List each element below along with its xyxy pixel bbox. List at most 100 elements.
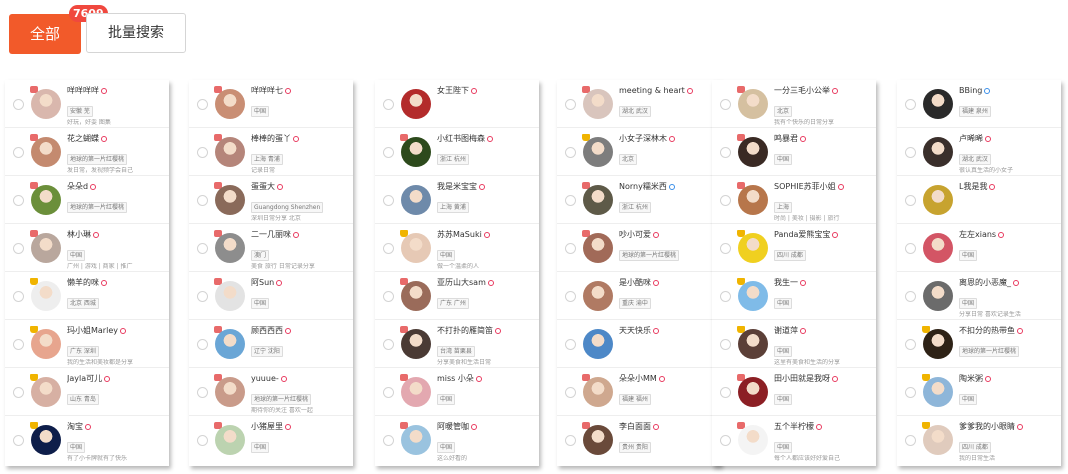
nickname[interactable]: 卢晞晞: [959, 134, 983, 143]
avatar[interactable]: [738, 185, 768, 215]
influencer-card[interactable]: 小红书图梅森 浙江 杭州: [375, 128, 539, 176]
avatar[interactable]: [31, 425, 61, 455]
avatar[interactable]: [923, 377, 953, 407]
influencer-card[interactable]: 阿Sun 中国: [189, 272, 353, 320]
influencer-card[interactable]: 我生一 中国: [712, 272, 876, 320]
nickname[interactable]: 小红书图梅森: [437, 134, 485, 143]
influencer-card[interactable]: 天天快乐: [557, 320, 721, 368]
avatar[interactable]: [738, 281, 768, 311]
avatar[interactable]: [215, 89, 245, 119]
influencer-card[interactable]: Norny糯米西 浙江 杭州: [557, 176, 721, 224]
select-radio[interactable]: [905, 195, 916, 206]
avatar[interactable]: [738, 329, 768, 359]
nickname[interactable]: 亚历山大sam: [437, 278, 486, 287]
nickname[interactable]: L我是我: [959, 182, 987, 191]
select-radio[interactable]: [383, 243, 394, 254]
avatar[interactable]: [31, 233, 61, 263]
influencer-card[interactable]: Panda爱熊宝宝 四川 成都: [712, 224, 876, 272]
nickname[interactable]: 左左xians: [959, 230, 996, 239]
influencer-card[interactable]: L我是我: [897, 176, 1061, 224]
nickname[interactable]: 爹爹我的小眼睛: [959, 422, 1015, 431]
avatar[interactable]: [738, 377, 768, 407]
influencer-card[interactable]: 朵朵小MM 福建 福州: [557, 368, 721, 416]
influencer-card[interactable]: SOPHIE苏菲小姐 上海 时尚 | 美妆 | 摄影 | 旅行: [712, 176, 876, 224]
select-radio[interactable]: [13, 339, 24, 350]
select-radio[interactable]: [565, 147, 576, 158]
influencer-card[interactable]: 玛小姐Marley 广东 深圳 我的生活和美妆都是分享: [5, 320, 169, 368]
select-radio[interactable]: [720, 243, 731, 254]
select-radio[interactable]: [565, 339, 576, 350]
avatar[interactable]: [401, 425, 431, 455]
influencer-card[interactable]: 女王陛下: [375, 80, 539, 128]
nickname[interactable]: miss 小朵: [437, 374, 474, 383]
select-radio[interactable]: [197, 147, 208, 158]
select-radio[interactable]: [13, 291, 24, 302]
avatar[interactable]: [401, 137, 431, 167]
select-radio[interactable]: [905, 387, 916, 398]
influencer-card[interactable]: 我是米宝宝 上海 黄浦: [375, 176, 539, 224]
select-radio[interactable]: [197, 243, 208, 254]
avatar[interactable]: [401, 377, 431, 407]
avatar[interactable]: [583, 425, 613, 455]
nickname[interactable]: 李白面面: [619, 422, 651, 431]
nickname[interactable]: 朵朵小MM: [619, 374, 657, 383]
avatar[interactable]: [923, 89, 953, 119]
nickname[interactable]: 朵朵d: [67, 182, 88, 191]
select-radio[interactable]: [565, 243, 576, 254]
avatar[interactable]: [738, 89, 768, 119]
avatar[interactable]: [215, 329, 245, 359]
avatar[interactable]: [923, 233, 953, 263]
nickname[interactable]: 阿Sun: [251, 278, 274, 287]
influencer-card[interactable]: 不扣分的热带鱼 地球的第一片红樱桃: [897, 320, 1061, 368]
select-radio[interactable]: [383, 339, 394, 350]
nickname[interactable]: 一分三毛小公举: [774, 86, 830, 95]
all-filter-button[interactable]: 全部: [9, 14, 81, 54]
nickname[interactable]: 我生一: [774, 278, 798, 287]
nickname[interactable]: 是小酷咪: [619, 278, 651, 287]
influencer-card[interactable]: 咩咩咩咩 安徽 芜好玩，好耍 图集: [5, 80, 169, 128]
avatar[interactable]: [583, 89, 613, 119]
avatar[interactable]: [583, 137, 613, 167]
avatar[interactable]: [215, 425, 245, 455]
select-radio[interactable]: [13, 387, 24, 398]
avatar[interactable]: [401, 185, 431, 215]
influencer-card[interactable]: 五个半柠檬 中国 每个人都应该好好爱自己: [712, 416, 876, 464]
avatar[interactable]: [31, 281, 61, 311]
select-radio[interactable]: [383, 435, 394, 446]
select-radio[interactable]: [197, 291, 208, 302]
influencer-card[interactable]: 阿暖管咖 中国 这么好看的: [375, 416, 539, 464]
select-radio[interactable]: [13, 243, 24, 254]
select-radio[interactable]: [197, 435, 208, 446]
influencer-card[interactable]: 卢晞晞 湖北 武汉 很认真生活的小女子: [897, 128, 1061, 176]
avatar[interactable]: [401, 233, 431, 263]
select-radio[interactable]: [13, 195, 24, 206]
influencer-card[interactable]: 棒棒的蛋丫 上海 青浦 记录日常: [189, 128, 353, 176]
influencer-card[interactable]: 蛋蛋大 Guangdong Shenzhen 深圳日常分享 北京: [189, 176, 353, 224]
select-radio[interactable]: [720, 195, 731, 206]
select-radio[interactable]: [905, 291, 916, 302]
nickname[interactable]: 陶米粥: [959, 374, 983, 383]
select-radio[interactable]: [13, 147, 24, 158]
select-radio[interactable]: [565, 195, 576, 206]
avatar[interactable]: [31, 329, 61, 359]
influencer-card[interactable]: 李白面面 贵州 贵阳: [557, 416, 721, 464]
nickname[interactable]: 二一几丽咪: [251, 230, 291, 239]
avatar[interactable]: [31, 137, 61, 167]
influencer-card[interactable]: 鸣暴君 中国: [712, 128, 876, 176]
select-radio[interactable]: [383, 387, 394, 398]
select-radio[interactable]: [13, 99, 24, 110]
batch-search-button[interactable]: 批量搜索: [86, 13, 186, 53]
select-radio[interactable]: [383, 147, 394, 158]
nickname[interactable]: 淘宝: [67, 422, 83, 431]
select-radio[interactable]: [197, 387, 208, 398]
avatar[interactable]: [215, 233, 245, 263]
avatar[interactable]: [31, 377, 61, 407]
nickname[interactable]: SOPHIE苏菲小姐: [774, 182, 836, 191]
select-radio[interactable]: [720, 147, 731, 158]
influencer-card[interactable]: 陶米粥 中国: [897, 368, 1061, 416]
nickname[interactable]: 我是米宝宝: [437, 182, 477, 191]
avatar[interactable]: [583, 377, 613, 407]
nickname[interactable]: 蛋蛋大: [251, 182, 275, 191]
influencer-card[interactable]: 淘宝 中国 有了小卡牌就有了快乐: [5, 416, 169, 464]
nickname[interactable]: 棒棒的蛋丫: [251, 134, 291, 143]
